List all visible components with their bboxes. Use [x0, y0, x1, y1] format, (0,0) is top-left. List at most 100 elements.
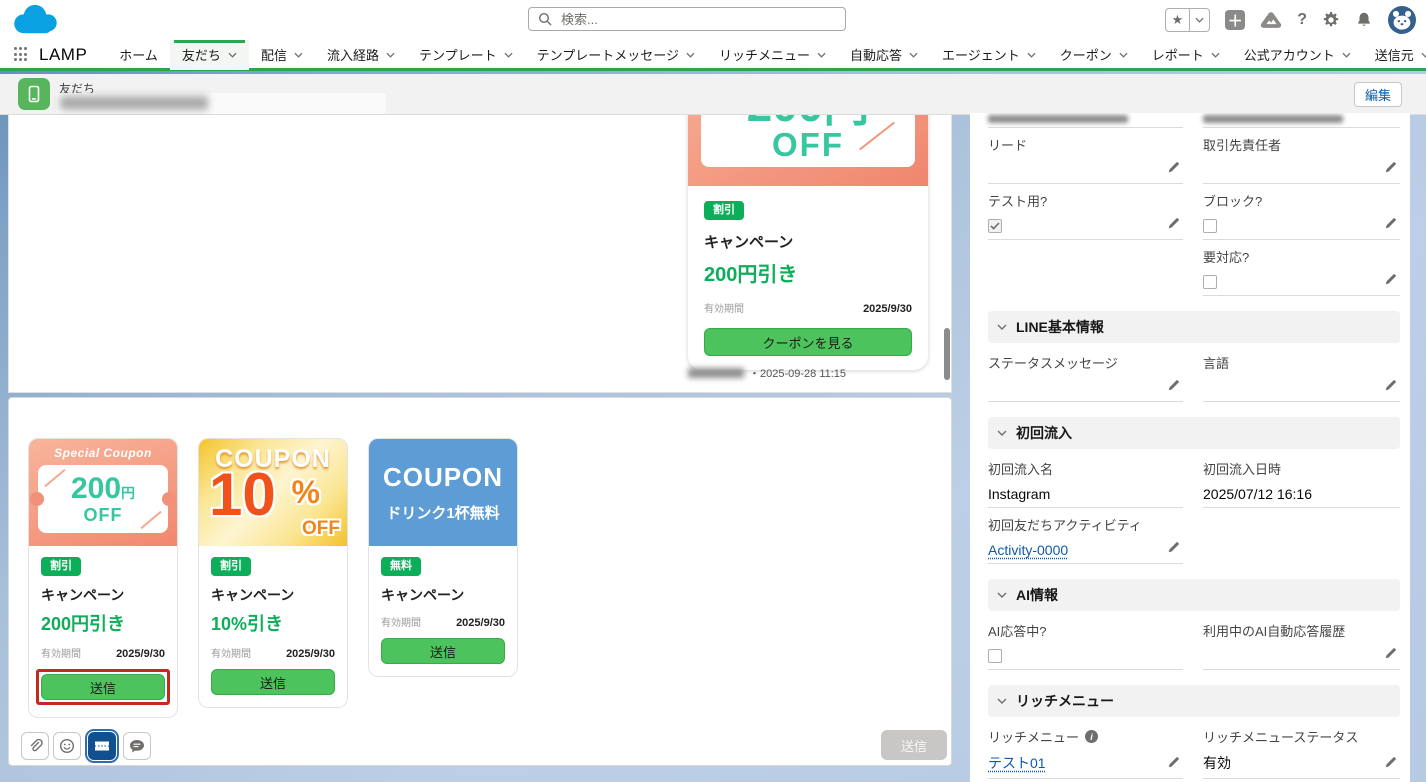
chat-scrollbar-thumb[interactable]	[944, 328, 950, 380]
field-needs-action: 要対応?	[1203, 240, 1400, 296]
section-first-inflow[interactable]: 初回流入	[988, 417, 1400, 449]
chevron-down-icon[interactable]	[386, 52, 395, 58]
record-header: 友だち 編集	[0, 74, 1426, 115]
section-ai-info[interactable]: AI情報	[988, 579, 1400, 611]
chevron-down-icon[interactable]	[294, 52, 303, 58]
tab-template[interactable]: テンプレート	[407, 40, 525, 70]
send-message-button-disabled[interactable]: 送信	[881, 730, 947, 760]
section-rich-menu[interactable]: リッチメニュー	[988, 685, 1400, 717]
favorites-button[interactable]: ★	[1165, 8, 1211, 32]
edit-field-icon[interactable]	[1384, 160, 1398, 174]
chevron-down-icon[interactable]	[228, 52, 237, 58]
edit-field-icon[interactable]	[1384, 216, 1398, 230]
checkbox-unchecked[interactable]	[988, 649, 1002, 663]
favorites-caret-icon[interactable]	[1190, 9, 1209, 31]
help-icon[interactable]: ?	[1297, 11, 1307, 29]
chevron-down-icon[interactable]	[1342, 52, 1351, 58]
edit-field-icon[interactable]	[1384, 378, 1398, 392]
tab-broadcast[interactable]: 配信	[249, 40, 315, 70]
chevron-down-icon	[997, 698, 1007, 704]
send-coupon-button[interactable]: 送信	[41, 674, 165, 700]
field-lead: リード	[988, 128, 1183, 184]
activity-link[interactable]: Activity-0000	[988, 542, 1068, 558]
checkbox-checked[interactable]	[988, 219, 1002, 233]
coupon-image: 200円 OFF	[688, 115, 928, 186]
tab-coupon[interactable]: クーポン	[1048, 40, 1140, 70]
field-first-inflow-name: 初回流入名 Instagram	[988, 452, 1183, 508]
friends-record-icon	[18, 78, 50, 110]
tab-auto-reply[interactable]: 自動応答	[838, 40, 930, 70]
tab-home[interactable]: ホーム	[107, 40, 170, 70]
trailhead-icon[interactable]	[1260, 11, 1282, 30]
send-coupon-button[interactable]: 送信	[381, 638, 505, 664]
coupon-ticket-graphic: 200円 OFF	[38, 465, 168, 533]
edit-field-icon[interactable]	[1384, 755, 1398, 769]
coupon-image-10pct: COUPON 10 % OFF	[199, 439, 347, 546]
edit-field-icon[interactable]	[1167, 216, 1181, 230]
tab-friends[interactable]: 友だち	[170, 40, 249, 70]
chevron-down-icon[interactable]	[686, 52, 695, 58]
field-first-inflow-datetime: 初回流入日時 2025/07/12 16:16	[1203, 452, 1400, 508]
period-value: 2025/9/30	[863, 303, 912, 315]
chat-history-panel: 200円 OFF 割引 キャンペーン 200円引き 有効期間 2025/9/30…	[8, 115, 952, 393]
edit-field-icon[interactable]	[1384, 272, 1398, 286]
tab-agent[interactable]: エージェント	[930, 40, 1048, 70]
global-search[interactable]	[528, 7, 846, 31]
field-ai-history: 利用中のAI自動応答履歴	[1203, 614, 1400, 670]
edit-field-icon[interactable]	[1167, 160, 1181, 174]
coupon-card-10pct: COUPON 10 % OFF 割引 キャンペーン 10%引き 有効期間 202…	[198, 438, 348, 708]
chevron-down-icon[interactable]	[817, 52, 826, 58]
salesforce-cloud-logo[interactable]	[10, 3, 60, 37]
coupon-selection-panel: Special Coupon 200円 OFF 割引 キャンペーン 200円引き…	[8, 397, 952, 766]
edit-field-icon[interactable]	[1384, 646, 1398, 660]
attachment-icon[interactable]	[21, 732, 49, 760]
edit-field-icon[interactable]	[1167, 378, 1181, 392]
chevron-down-icon	[997, 592, 1007, 598]
rich-menu-link[interactable]: テスト01	[988, 753, 1046, 773]
coupon-image-free-drink: COUPON ドリンク1杯無料	[369, 439, 517, 546]
view-coupon-button[interactable]: クーポンを見る	[704, 328, 912, 356]
tab-rich-menu[interactable]: リッチメニュー	[707, 40, 838, 70]
tab-official-account[interactable]: 公式アカウント	[1232, 40, 1363, 70]
tab-sender[interactable]: 送信元	[1363, 40, 1426, 70]
message-timestamp: ・2025-09-28 11:15	[749, 365, 846, 381]
coupon-subtitle: 200円引き	[41, 610, 165, 636]
checkbox-unchecked[interactable]	[1203, 275, 1217, 289]
setup-gear-icon[interactable]	[1322, 11, 1340, 29]
notifications-bell-icon[interactable]	[1355, 11, 1373, 29]
chevron-down-icon[interactable]	[1211, 52, 1220, 58]
emoji-icon[interactable]	[53, 732, 81, 760]
section-line-basic[interactable]: LINE基本情報	[988, 311, 1400, 343]
redacted-sender-name	[688, 368, 744, 378]
app-launcher-icon[interactable]	[14, 47, 27, 62]
tab-template-message[interactable]: テンプレートメッセージ	[525, 40, 707, 70]
edit-button[interactable]: 編集	[1354, 82, 1402, 107]
search-input[interactable]	[559, 11, 836, 28]
app-navigation-bar: LAMP ホーム 友だち 配信 流入経路 テンプレート テンプレートメッセージ …	[0, 41, 1426, 71]
period-label: 有効期間	[704, 300, 744, 315]
message-meta: ・2025-09-28 11:15	[688, 365, 846, 381]
coupon-type-badge: 割引	[211, 557, 251, 576]
user-avatar[interactable]	[1388, 6, 1416, 34]
chevron-down-icon[interactable]	[909, 52, 918, 58]
chevron-down-icon[interactable]	[1027, 52, 1036, 58]
favorites-star-icon[interactable]: ★	[1166, 9, 1191, 31]
edit-field-icon[interactable]	[1167, 755, 1181, 769]
tab-inflow-route[interactable]: 流入経路	[315, 40, 407, 70]
send-coupon-button[interactable]: 送信	[211, 669, 335, 695]
tab-report[interactable]: レポート	[1140, 40, 1232, 70]
app-name: LAMP	[39, 45, 87, 65]
chevron-down-icon[interactable]	[1421, 52, 1426, 58]
coupon-title: キャンペーン	[211, 585, 335, 605]
template-message-icon[interactable]	[123, 732, 151, 760]
edit-field-icon[interactable]	[1167, 540, 1181, 554]
coupon-card-list: Special Coupon 200円 OFF 割引 キャンペーン 200円引き…	[28, 438, 518, 718]
checkbox-unchecked[interactable]	[1203, 219, 1217, 233]
add-icon[interactable]: ＋	[1225, 10, 1245, 30]
coupon-ticket-icon[interactable]	[88, 732, 116, 760]
global-header: ★ ＋ ?	[0, 0, 1426, 41]
info-icon[interactable]: i	[1085, 730, 1098, 743]
redacted-record-name	[60, 96, 208, 110]
chevron-down-icon[interactable]	[1119, 52, 1128, 58]
chevron-down-icon[interactable]	[504, 52, 513, 58]
